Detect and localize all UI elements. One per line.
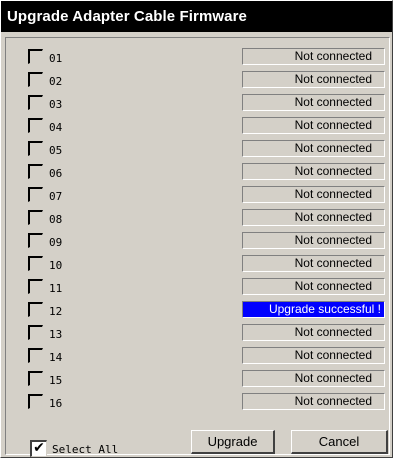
select-all-checkbox[interactable]: ✔ bbox=[30, 440, 47, 457]
port-checkbox[interactable] bbox=[28, 141, 43, 156]
port-label: 16 bbox=[49, 397, 63, 410]
port-checkbox[interactable] bbox=[28, 371, 43, 386]
port-row: 14 Not connected bbox=[6, 345, 389, 367]
port-status: Not connected bbox=[242, 140, 385, 157]
port-row: 09 Not connected bbox=[6, 230, 389, 252]
port-checkbox[interactable] bbox=[28, 164, 43, 179]
port-row: 13 Not connected bbox=[6, 322, 389, 344]
port-label: 09 bbox=[49, 236, 63, 249]
port-row: 11 Not connected bbox=[6, 276, 389, 298]
port-label: 11 bbox=[49, 282, 63, 295]
port-status: Upgrade successful ! bbox=[242, 301, 385, 318]
port-status: Not connected bbox=[242, 255, 385, 272]
port-checkbox[interactable] bbox=[28, 348, 43, 363]
port-status: Not connected bbox=[242, 324, 385, 341]
port-label: 03 bbox=[49, 98, 63, 111]
port-list-panel: ✔ Select All Upgrade Cancel 01 Not connec… bbox=[5, 37, 390, 457]
port-row: 08 Not connected bbox=[6, 207, 389, 229]
port-checkbox[interactable] bbox=[28, 394, 43, 409]
port-label: 08 bbox=[49, 213, 63, 226]
port-row: 03 Not connected bbox=[6, 92, 389, 114]
port-label: 06 bbox=[49, 167, 63, 180]
port-status: Not connected bbox=[242, 209, 385, 226]
upgrade-firmware-dialog: Upgrade Adapter Cable Firmware ✔ Select … bbox=[0, 0, 393, 458]
upgrade-button[interactable]: Upgrade bbox=[191, 430, 275, 454]
port-checkbox[interactable] bbox=[28, 325, 43, 340]
port-label: 05 bbox=[49, 144, 63, 157]
port-checkbox[interactable] bbox=[28, 187, 43, 202]
port-status: Not connected bbox=[242, 370, 385, 387]
cancel-button[interactable]: Cancel bbox=[291, 430, 388, 454]
port-row: 15 Not connected bbox=[6, 368, 389, 390]
port-label: 12 bbox=[49, 305, 63, 318]
port-row: 04 Not connected bbox=[6, 115, 389, 137]
port-status: Not connected bbox=[242, 94, 385, 111]
port-row: 16 Not connected bbox=[6, 391, 389, 413]
port-status: Not connected bbox=[242, 71, 385, 88]
port-checkbox[interactable] bbox=[28, 279, 43, 294]
port-row: 02 Not connected bbox=[6, 69, 389, 91]
port-label: 15 bbox=[49, 374, 63, 387]
port-label: 10 bbox=[49, 259, 63, 272]
port-status: Not connected bbox=[242, 278, 385, 295]
port-label: 14 bbox=[49, 351, 63, 364]
port-label: 02 bbox=[49, 75, 63, 88]
port-status: Not connected bbox=[242, 186, 385, 203]
dialog-title: Upgrade Adapter Cable Firmware bbox=[1, 1, 392, 32]
port-checkbox[interactable] bbox=[28, 256, 43, 271]
port-checkbox[interactable] bbox=[28, 118, 43, 133]
port-status: Not connected bbox=[242, 163, 385, 180]
port-status: Not connected bbox=[242, 232, 385, 249]
port-status: Not connected bbox=[242, 117, 385, 134]
port-row: 05 Not connected bbox=[6, 138, 389, 160]
port-checkbox[interactable] bbox=[28, 233, 43, 248]
port-label: 07 bbox=[49, 190, 63, 203]
select-all-label[interactable]: Select All bbox=[52, 443, 118, 456]
port-label: 04 bbox=[49, 121, 63, 134]
port-row: 12 Upgrade successful ! bbox=[6, 299, 389, 321]
port-label: 13 bbox=[49, 328, 63, 341]
port-status: Not connected bbox=[242, 48, 385, 65]
port-checkbox[interactable] bbox=[28, 49, 43, 64]
port-label: 01 bbox=[49, 52, 63, 65]
port-row: 01 Not connected bbox=[6, 46, 389, 68]
port-row: 06 Not connected bbox=[6, 161, 389, 183]
port-checkbox[interactable] bbox=[28, 210, 43, 225]
port-status: Not connected bbox=[242, 393, 385, 410]
port-checkbox[interactable] bbox=[28, 95, 43, 110]
port-checkbox[interactable] bbox=[28, 302, 43, 317]
port-status: Not connected bbox=[242, 347, 385, 364]
port-checkbox[interactable] bbox=[28, 72, 43, 87]
port-row: 07 Not connected bbox=[6, 184, 389, 206]
port-row: 10 Not connected bbox=[6, 253, 389, 275]
